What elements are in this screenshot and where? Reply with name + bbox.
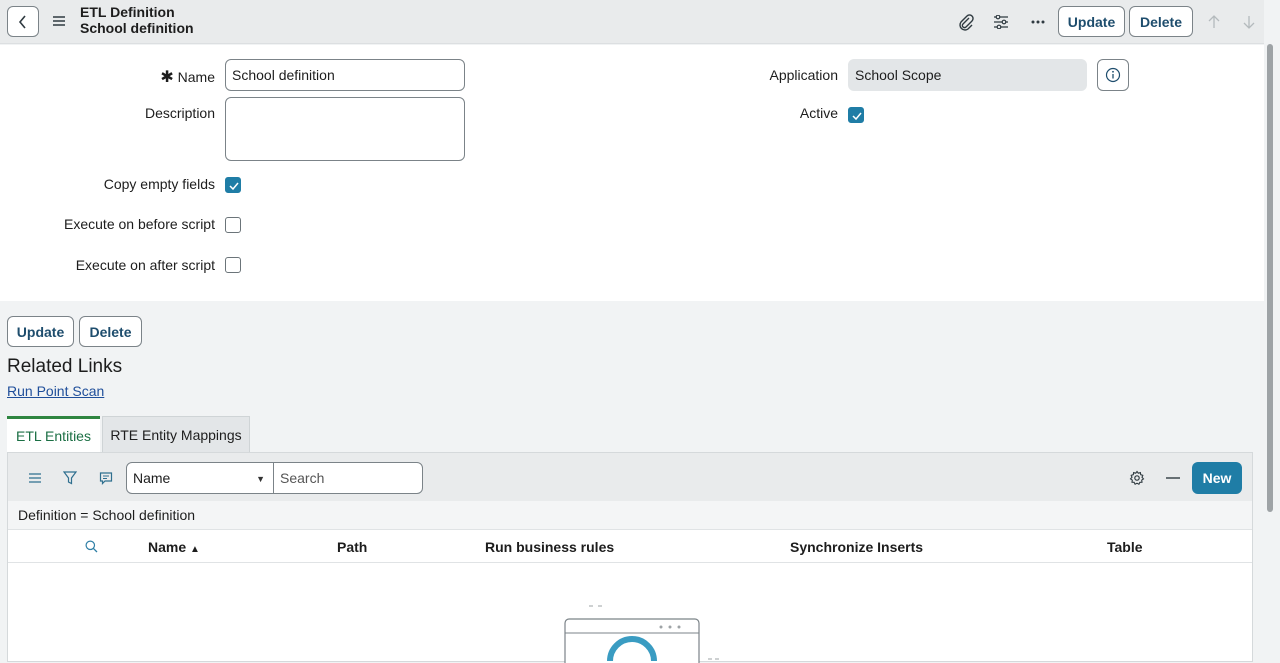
application-field: School Scope: [848, 59, 1087, 91]
tab-rte-entity-mappings[interactable]: RTE Entity Mappings: [102, 416, 250, 452]
paperclip-icon[interactable]: [955, 11, 977, 33]
filter-icon[interactable]: [61, 469, 79, 487]
comment-icon[interactable]: [97, 469, 115, 487]
gear-icon[interactable]: [1128, 469, 1146, 487]
name-field[interactable]: School definition: [225, 59, 465, 91]
table-name: ETL Definition: [80, 4, 175, 20]
arrow-up-icon[interactable]: [1203, 11, 1225, 33]
search-field-select-value: Name: [133, 470, 171, 486]
execute-after-script-label: Execute on after script: [75, 257, 215, 273]
chevron-left-icon: [18, 14, 26, 29]
execute-after-script-checkbox[interactable]: [225, 257, 241, 273]
column-table[interactable]: Table: [1107, 539, 1143, 555]
run-point-scan-link[interactable]: Run Point Scan: [7, 383, 104, 399]
record-name: School definition: [80, 20, 194, 36]
description-field[interactable]: [225, 97, 465, 161]
execute-before-script-checkbox[interactable]: [225, 217, 241, 233]
checkmark-icon: [229, 182, 239, 191]
checkmark-icon: [852, 112, 862, 121]
tab-etl-entities[interactable]: ETL Entities: [7, 416, 100, 452]
page-scrollbar[interactable]: [1267, 44, 1273, 512]
copy-empty-fields-label: Copy empty fields: [103, 176, 215, 192]
delete-button[interactable]: Delete: [1129, 6, 1193, 37]
application-info-button[interactable]: [1097, 59, 1129, 91]
back-button[interactable]: [7, 6, 39, 37]
bottom-update-button[interactable]: Update: [7, 316, 74, 347]
new-button[interactable]: New: [1192, 462, 1242, 494]
column-run-business-rules[interactable]: Run business rules: [485, 539, 614, 555]
menu-icon[interactable]: [52, 13, 66, 29]
arrow-down-icon[interactable]: [1238, 11, 1260, 33]
application-label: Application: [769, 67, 839, 83]
copy-empty-fields-checkbox[interactable]: [225, 177, 241, 193]
active-checkbox[interactable]: [848, 107, 864, 123]
info-icon: [1105, 67, 1121, 83]
list-search-input[interactable]: Search: [273, 462, 423, 494]
filter-breadcrumb[interactable]: Definition = School definition: [8, 501, 1252, 530]
list-menu-icon[interactable]: [26, 469, 44, 487]
sort-ascending-icon: ▲: [190, 544, 200, 555]
empty-state-illustration: [564, 605, 719, 663]
update-button[interactable]: Update: [1058, 6, 1125, 37]
caret-down-icon: ▼: [256, 474, 265, 484]
form-header: ETL Definition School definition Update …: [0, 0, 1264, 44]
name-label-group: ✱ Name: [140, 67, 215, 87]
search-icon[interactable]: [85, 540, 98, 553]
related-links-heading: Related Links: [7, 356, 123, 377]
active-label: Active: [799, 105, 838, 121]
settings-sliders-icon[interactable]: [990, 11, 1012, 33]
page-title: ETL Definition School definition: [80, 4, 194, 36]
collapse-icon[interactable]: [1164, 469, 1182, 487]
list-toolbar: Name ▼ Search New: [8, 453, 1252, 501]
search-field-select[interactable]: Name ▼: [126, 462, 274, 494]
record-form: ✱ Name School definition Description Cop…: [0, 45, 1264, 301]
more-options-icon[interactable]: [1027, 11, 1049, 33]
execute-before-script-label: Execute on before script: [64, 216, 215, 232]
column-name-label: Name: [148, 539, 187, 555]
description-label: Description: [144, 105, 215, 121]
bottom-delete-button[interactable]: Delete: [79, 316, 142, 347]
column-synchronize-inserts[interactable]: Synchronize Inserts: [790, 539, 923, 555]
column-name[interactable]: Name ▲: [148, 539, 200, 555]
etl-entities-list: Name ▼ Search New Definition = School de…: [7, 452, 1253, 663]
column-header-row: Name ▲ Path Run business rules Synchroni…: [8, 530, 1252, 563]
mandatory-asterisk-icon: ✱: [160, 69, 174, 86]
name-label: Name: [177, 69, 215, 85]
column-path[interactable]: Path: [337, 539, 367, 555]
